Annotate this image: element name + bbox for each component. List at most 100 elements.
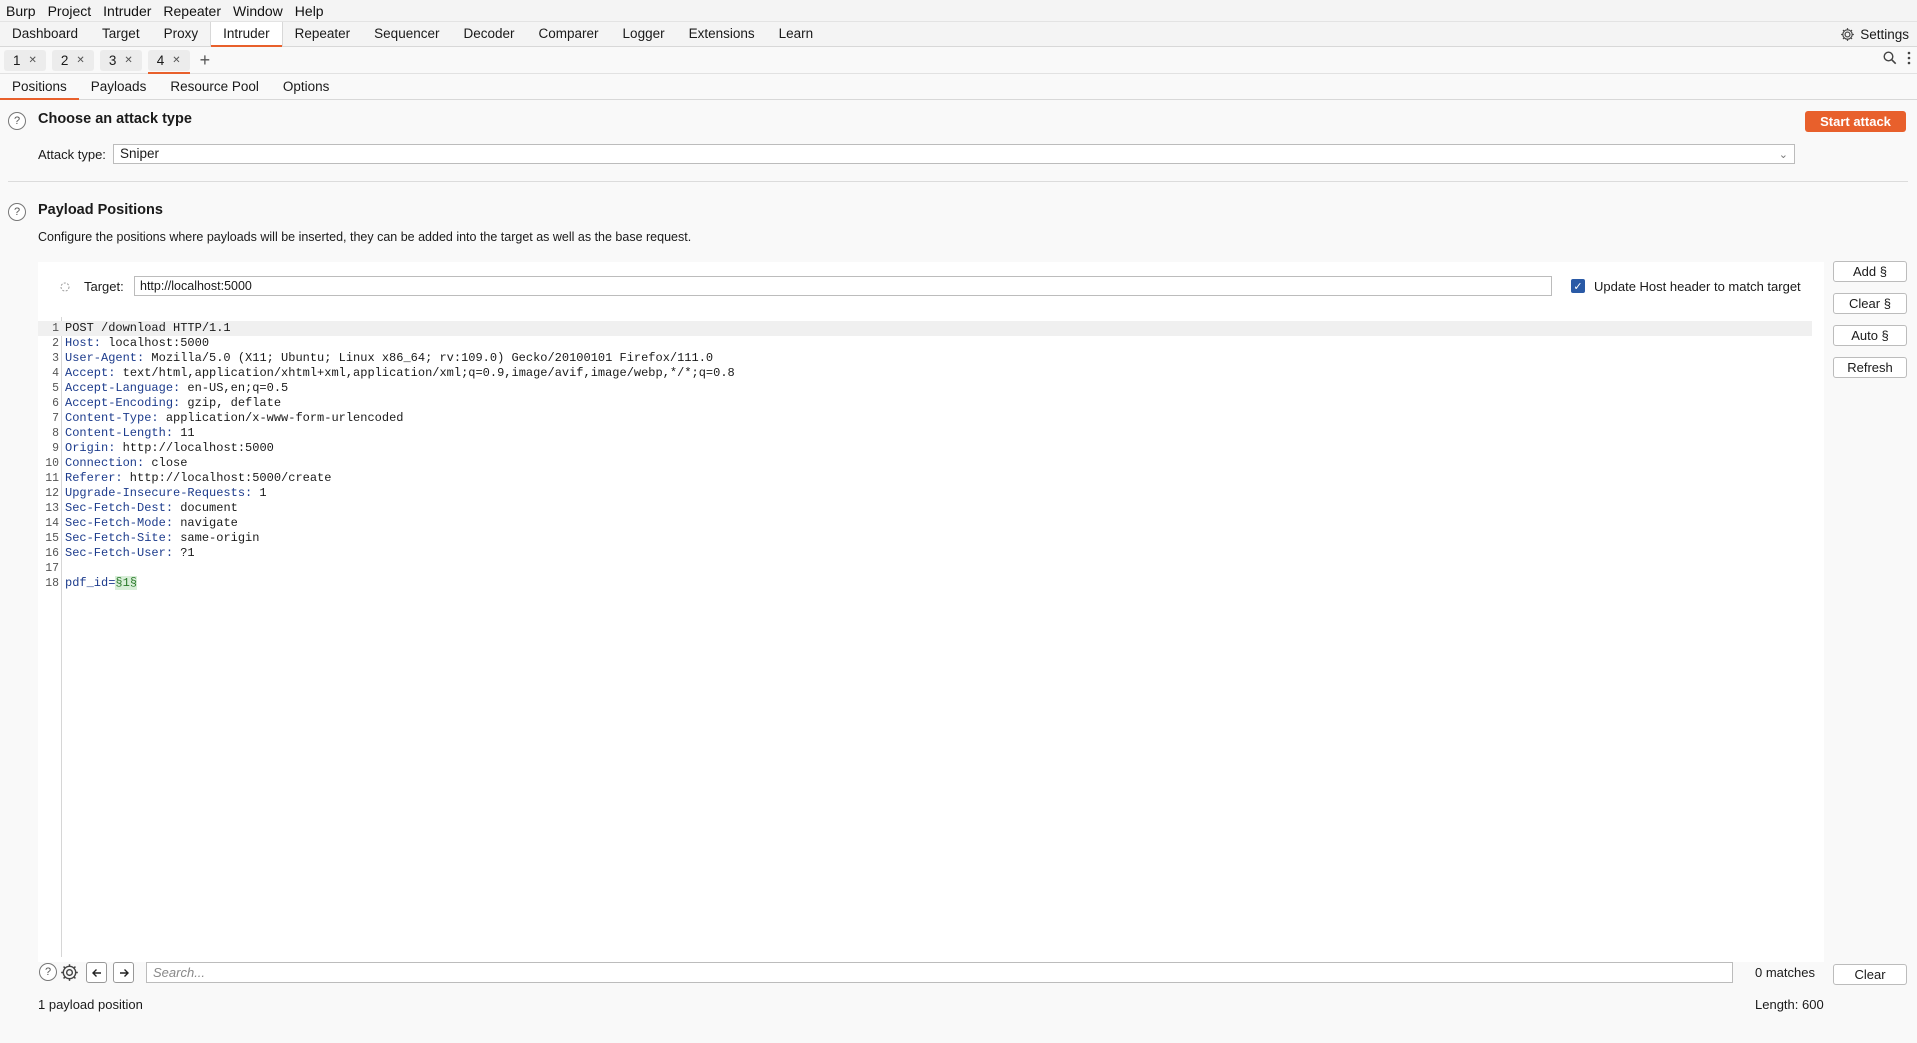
request-line: 6 Accept-Encoding: gzip, deflate [38, 396, 1812, 411]
line-content: Connection: close [65, 456, 187, 471]
header-name: Sec-Fetch-Mode: [65, 516, 174, 530]
attack-tab-label: 4 [156, 52, 165, 68]
chevron-down-icon: ⌄ [1778, 149, 1788, 161]
menu-project[interactable]: Project [42, 1, 98, 21]
line-content: Content-Length: 11 [65, 426, 195, 441]
header-name: Sec-Fetch-User: [65, 546, 174, 560]
intruder-attack-tabs: 1 ✕ 2 ✕ 3 ✕ 4 ✕ + [0, 47, 1917, 74]
tab-extensions[interactable]: Extensions [677, 22, 767, 46]
search-icon[interactable] [1883, 51, 1897, 65]
header-value: application/x-www-form-urlencoded [158, 411, 404, 425]
request-line: 13 Sec-Fetch-Dest: document [38, 501, 1812, 516]
header-name: Accept-Language: [65, 381, 181, 395]
gear-icon[interactable] [60, 963, 79, 982]
add-tab-icon[interactable]: + [200, 50, 211, 70]
attack-type-title: Choose an attack type [38, 111, 192, 127]
line-number: 7 [52, 412, 59, 425]
attack-tab-4[interactable]: 4 ✕ [147, 49, 190, 74]
request-editor[interactable]: 1 POST /download HTTP/1.1 2 Host: localhost… [38, 317, 1812, 957]
header-value: Mozilla/5.0 (X11; Ubuntu; Linux x86_64; … [144, 351, 714, 365]
line-number: 11 [45, 472, 59, 485]
tab-intruder[interactable]: Intruder [210, 22, 283, 47]
close-icon[interactable]: ✕ [172, 55, 180, 66]
header-value: close [144, 456, 188, 470]
line-content: Accept: text/html,application/xhtml+xml,… [65, 366, 735, 381]
line-content: Sec-Fetch-User: ?1 [65, 546, 195, 561]
line-number: 18 [45, 577, 59, 590]
tab-sequencer[interactable]: Sequencer [362, 22, 451, 46]
line-content: Upgrade-Insecure-Requests: 1 [65, 486, 267, 501]
line-number: 10 [45, 457, 59, 470]
attack-type-select[interactable]: Sniper ⌄ [113, 144, 1795, 164]
previous-match-button[interactable] [86, 962, 107, 983]
tab-payloads[interactable]: Payloads [79, 74, 159, 99]
request-line: 18 pdf_id=§1§ [38, 576, 1812, 591]
line-number: 4 [52, 367, 59, 380]
next-match-button[interactable] [113, 962, 134, 983]
header-name: Origin: [65, 441, 116, 455]
target-label: Target: [84, 279, 124, 294]
header-name: POST /download HTTP/1.1 [65, 321, 231, 335]
tab-options[interactable]: Options [271, 74, 342, 99]
refresh-button[interactable]: Refresh [1833, 357, 1907, 378]
header-value: http://localhost:5000/create [122, 471, 332, 485]
request-line: 3 User-Agent: Mozilla/5.0 (X11; Ubuntu; L… [38, 351, 1812, 366]
tab-tools [1883, 51, 1911, 65]
start-attack-button[interactable]: Start attack [1805, 111, 1906, 132]
payload-position-count: 1 payload position [38, 997, 143, 1012]
line-number: 6 [52, 397, 59, 410]
update-host-checkbox[interactable]: ✓ [1571, 279, 1585, 293]
help-icon[interactable]: ? [8, 203, 26, 221]
header-value: text/html,application/xhtml+xml,applicat… [115, 366, 735, 380]
line-number: 17 [45, 562, 59, 575]
line-number: 15 [45, 532, 59, 545]
request-line: 7 Content-Type: application/x-www-form-ur… [38, 411, 1812, 426]
clear-payload-markers-button[interactable]: Clear § [1833, 293, 1907, 314]
header-value: en-US,en;q=0.5 [180, 381, 289, 395]
attack-tab-1[interactable]: 1 ✕ [4, 49, 46, 71]
tab-proxy[interactable]: Proxy [152, 22, 211, 46]
menu-window[interactable]: Window [227, 1, 289, 21]
menu-bar: Burp Project Intruder Repeater Window He… [0, 0, 1917, 22]
tab-positions[interactable]: Positions [0, 74, 79, 100]
attack-type-value: Sniper [120, 146, 160, 161]
search-input[interactable]: Search... [146, 962, 1733, 983]
line-number: 2 [52, 337, 59, 350]
add-payload-marker-button[interactable]: Add § [1833, 261, 1907, 282]
attack-tab-2[interactable]: 2 ✕ [51, 49, 94, 71]
header-value: navigate [173, 516, 238, 530]
target-input[interactable]: http://localhost:5000 [134, 276, 1552, 296]
close-icon[interactable]: ✕ [124, 55, 132, 66]
tab-comparer[interactable]: Comparer [527, 22, 611, 46]
tab-decoder[interactable]: Decoder [451, 22, 526, 46]
payload-positions-title: Payload Positions [38, 202, 163, 218]
tab-repeater[interactable]: Repeater [283, 22, 363, 46]
close-icon[interactable]: ✕ [76, 55, 84, 66]
request-line: 4 Accept: text/html,application/xhtml+xml… [38, 366, 1812, 381]
line-number: 13 [45, 502, 59, 515]
line-content: Sec-Fetch-Mode: navigate [65, 516, 238, 531]
attack-tab-3[interactable]: 3 ✕ [99, 49, 142, 71]
request-line: 10 Connection: close [38, 456, 1812, 471]
tab-resource-pool[interactable]: Resource Pool [158, 74, 271, 99]
settings-button[interactable]: Settings [1840, 22, 1909, 46]
tab-logger[interactable]: Logger [611, 22, 677, 46]
help-icon[interactable]: ? [39, 963, 57, 981]
tab-dashboard[interactable]: Dashboard [0, 22, 90, 46]
line-content: Origin: http://localhost:5000 [65, 441, 274, 456]
menu-help[interactable]: Help [289, 1, 330, 21]
help-icon[interactable]: ? [8, 112, 26, 130]
more-vertical-icon[interactable] [1907, 51, 1911, 65]
tab-learn[interactable]: Learn [767, 22, 826, 46]
request-length: Length: 600 [1755, 997, 1824, 1012]
close-icon[interactable]: ✕ [29, 55, 37, 66]
clear-search-button[interactable]: Clear [1833, 964, 1907, 985]
line-content: pdf_id=§1§ [65, 576, 138, 591]
arrow-right-icon [119, 968, 129, 977]
menu-repeater[interactable]: Repeater [157, 1, 227, 21]
tab-target[interactable]: Target [90, 22, 152, 46]
auto-payload-markers-button[interactable]: Auto § [1833, 325, 1907, 346]
header-value: document [173, 501, 238, 515]
menu-burp[interactable]: Burp [0, 1, 42, 21]
menu-intruder[interactable]: Intruder [97, 1, 157, 21]
